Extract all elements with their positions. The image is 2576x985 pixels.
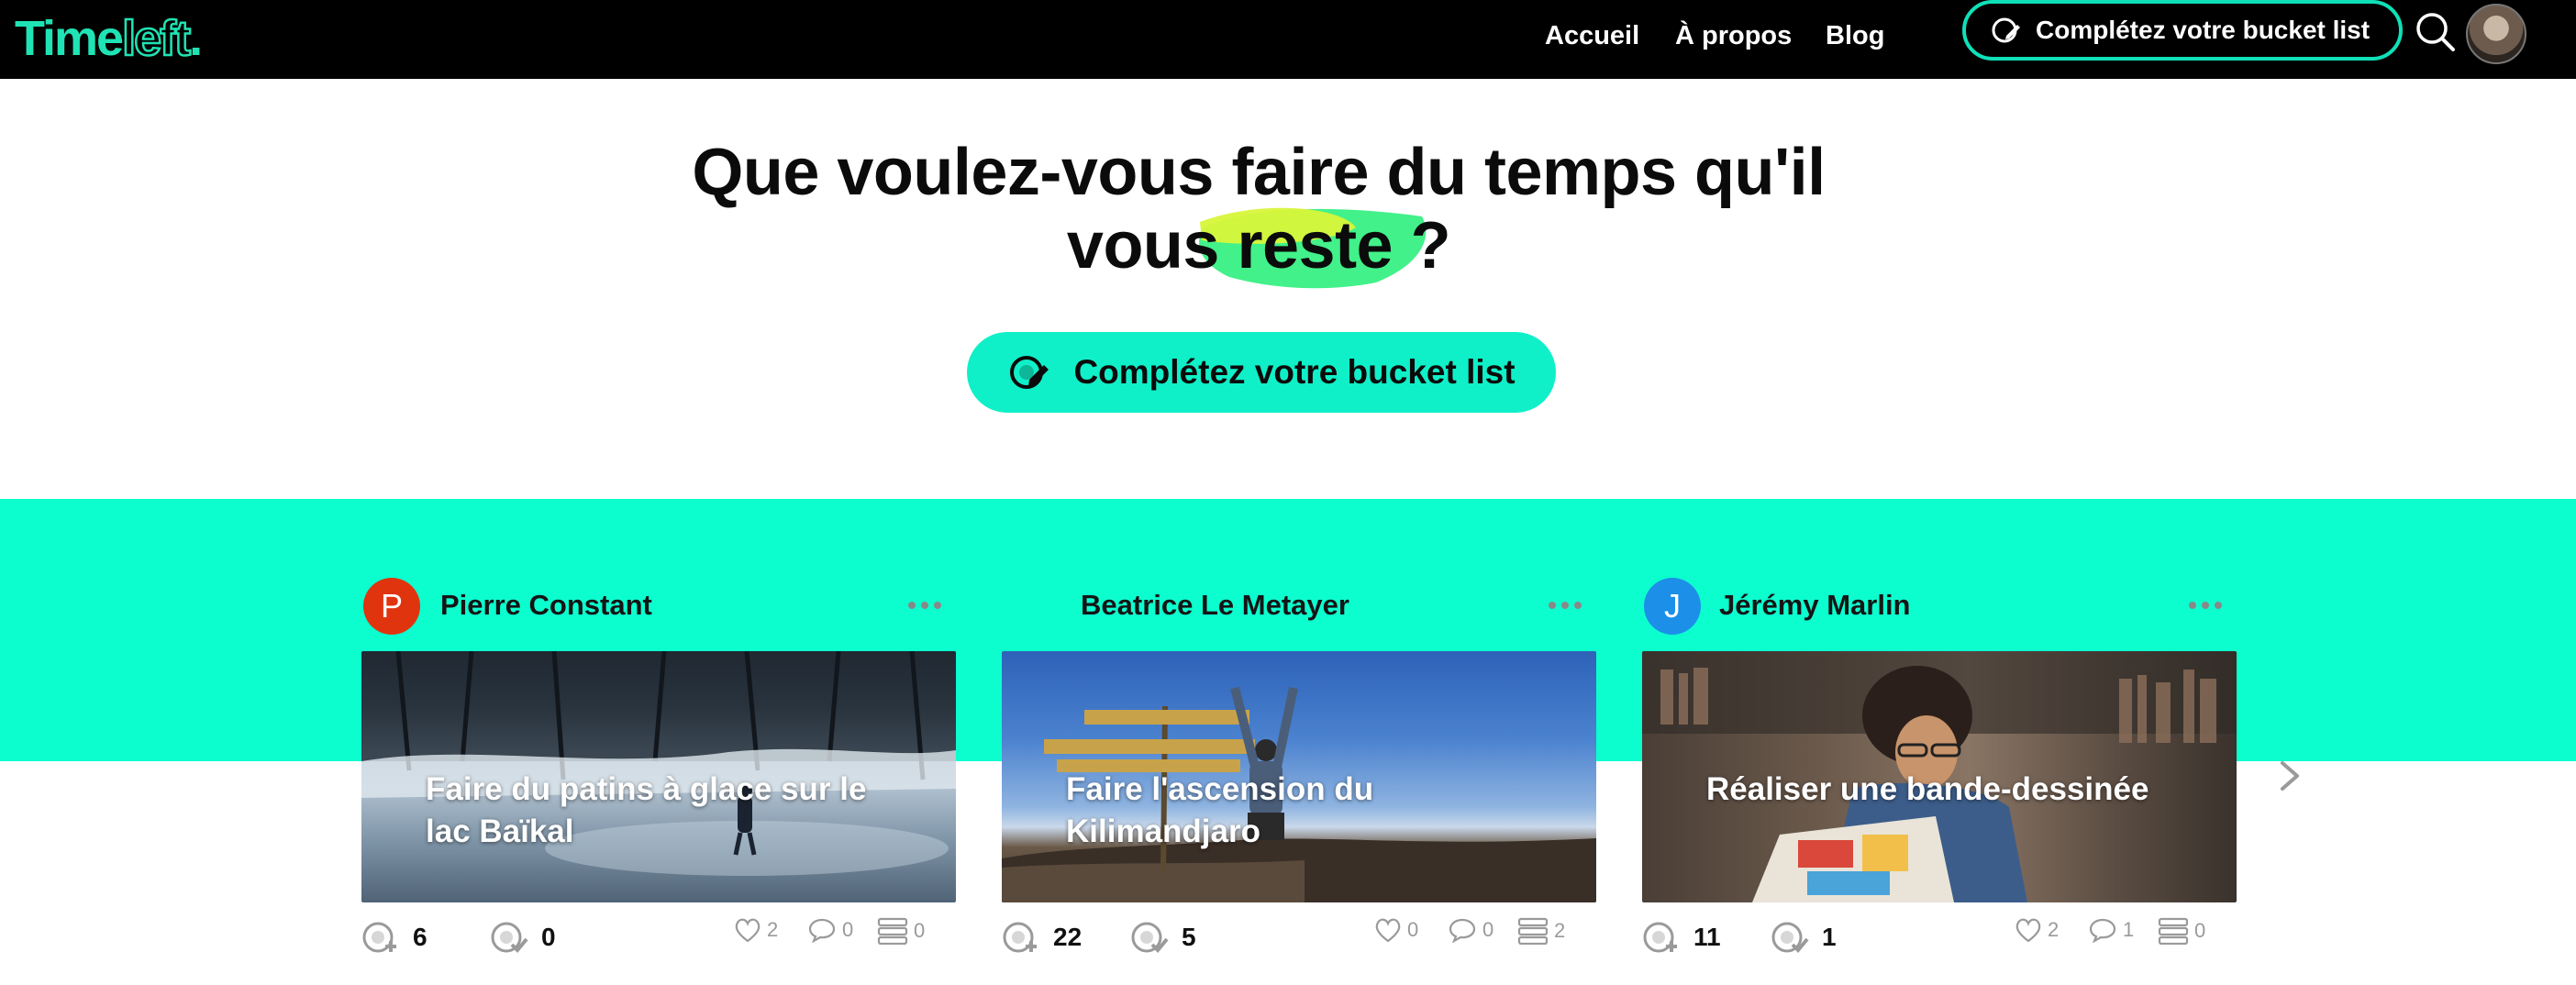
card-header: Beatrice Le Metayer [1002,576,1596,635]
adds-count: 6 [413,923,427,951]
add-bucket-icon [1643,922,1677,953]
carousel-next-icon[interactable] [2275,758,2304,794]
done-stat[interactable]: 0 [490,919,556,956]
card-title: Faire l'ascension du Kilimandjaro [1066,771,1374,849]
comments-count: 0 [842,918,854,941]
card-title: Faire du patins à glace sur le lac Baïka… [426,771,867,849]
adds-count: 11 [1693,923,1721,951]
heart-icon [2015,918,2041,943]
done-stat[interactable]: 1 [1771,919,1837,956]
heart-icon [1375,918,1401,943]
lists-stat[interactable]: 0 [877,917,925,945]
comments-count: 0 [1482,918,1494,941]
list-stack-icon [2158,917,2189,945]
add-to-list-stat[interactable]: 11 [1642,919,1721,956]
add-bucket-icon [362,922,396,953]
hero-title-line-2: vous reste ? [1066,209,1451,282]
adds-count: 22 [1053,923,1083,951]
list-stack-icon [877,917,908,945]
card-image-ice-skating[interactable]: Faire du patins à glace sur le lac Baïka… [361,651,956,902]
hero-title: Que voulez-vous faire du temps qu'il vou… [0,136,2517,282]
user-avatar[interactable] [2466,4,2526,64]
bucket-list-add-icon [1010,356,1049,389]
top-navbar: Time left. Accueil À propos Blog Compléte… [0,0,2576,79]
bucket-list-add-icon [1992,17,2020,43]
add-to-list-stat[interactable]: 6 [361,919,427,956]
card-image-comic[interactable]: Réaliser une bande-dessinée [1642,651,2237,902]
likes-count: 2 [767,918,779,941]
done-count: 1 [1822,923,1837,951]
add-to-list-stat[interactable]: 22 [1002,919,1082,956]
card-image-kilimanjaro[interactable]: Faire l'ascension du Kilimandjaro [1002,651,1596,902]
likes-stat[interactable]: 0 [1374,917,1418,943]
likes-stat[interactable]: 2 [734,917,778,943]
card-stats: 22 5 0 0 2 [1002,917,1596,957]
card-stats: 11 1 2 1 0 [1642,917,2237,957]
likes-count: 0 [1407,918,1419,941]
card-stats: 6 0 2 0 0 [361,917,956,957]
author-name[interactable]: Beatrice Le Metayer [1081,589,1349,622]
comments-stat[interactable]: 0 [807,917,853,943]
lists-stat[interactable]: 2 [1517,917,1565,945]
heart-icon [735,918,761,943]
nav-link-accueil[interactable]: Accueil [1545,17,1639,54]
likes-count: 2 [2048,918,2060,941]
done-count: 5 [1182,923,1196,951]
card-header: J Jérémy Marlin [1642,576,2237,635]
author-avatar[interactable]: J [1644,578,1701,635]
list-stack-icon [1517,917,1549,945]
lists-count: 0 [914,919,926,942]
card-title: Réaliser une bande-dessinée [1706,771,2149,807]
hero-title-line-1: Que voulez-vous faire du temps qu'il [692,136,1826,209]
comments-stat[interactable]: 1 [2088,917,2134,943]
bucket-card: Beatrice Le Metayer Faire l'ascension du… [1002,576,1596,979]
more-options-icon[interactable] [1545,594,1585,616]
lists-count: 0 [2194,919,2206,942]
done-stat[interactable]: 5 [1130,919,1196,956]
more-options-icon[interactable] [2185,594,2226,616]
comment-icon [1449,918,1476,943]
done-bucket-icon [1771,922,1809,953]
comments-stat[interactable]: 0 [1448,917,1493,943]
lists-stat[interactable]: 0 [2158,917,2205,945]
done-bucket-icon [491,922,528,953]
done-bucket-icon [1131,922,1169,953]
nav-bucket-list-button[interactable]: Complétez votre bucket list [1962,0,2403,61]
author-name[interactable]: Jérémy Marlin [1719,589,1911,622]
logo-dot: . [189,11,203,66]
nav-link-a-propos[interactable]: À propos [1675,17,1792,54]
search-icon[interactable] [2415,11,2457,53]
author-avatar[interactable]: P [363,578,420,635]
logo-part-time: Time [15,11,124,66]
comment-icon [2089,918,2116,943]
nav-link-blog[interactable]: Blog [1826,17,1884,54]
more-options-icon[interactable] [905,594,945,616]
likes-stat[interactable]: 2 [2015,917,2059,943]
hero-cta-label: Complétez votre bucket list [1073,353,1516,391]
card-header: P Pierre Constant [361,576,956,635]
author-name[interactable]: Pierre Constant [440,589,652,622]
lists-count: 2 [1554,919,1566,942]
bucket-card: P Pierre Constant Faire du patins à glac… [361,576,956,979]
logo-part-left: left [121,10,193,68]
bucket-card: J Jérémy Marlin Réaliser une bande-dessi… [1642,576,2237,979]
hero-bucket-list-button[interactable]: Complétez votre bucket list [967,332,1556,413]
timeleft-logo[interactable]: Time left. [15,9,203,68]
comment-icon [808,918,836,943]
done-count: 0 [541,923,556,951]
add-bucket-icon [1003,922,1037,953]
comments-count: 1 [2123,918,2135,941]
nav-cta-label: Complétez votre bucket list [2036,16,2371,44]
